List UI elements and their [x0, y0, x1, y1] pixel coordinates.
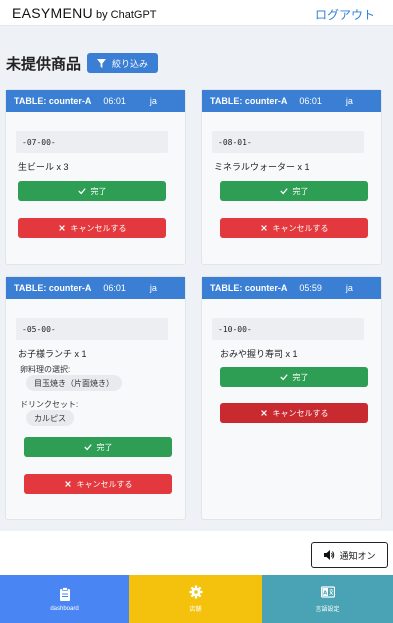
option-value: カルピス: [26, 410, 74, 426]
cancel-label: キャンセルする: [272, 408, 329, 418]
brand-main: EASYMENU: [12, 5, 93, 21]
table-label: TABLE: counter-A: [14, 96, 92, 106]
done-label: 完了: [292, 186, 309, 196]
order-item: ミネラルウォーター x 1: [214, 162, 310, 172]
close-icon: [64, 481, 71, 487]
filter-icon: [97, 58, 107, 68]
cancel-button[interactable]: キャンセルする: [220, 403, 368, 423]
order-lang: ja: [345, 283, 353, 293]
order-time: 06:01: [299, 96, 322, 106]
check-icon: [279, 374, 288, 381]
option-label: 卵料理の選択:: [20, 365, 71, 374]
done-button[interactable]: 完了: [18, 181, 166, 201]
gear-icon: [189, 585, 202, 599]
option-value: 目玉焼き（片面焼き）: [26, 375, 122, 391]
section-header: 未提供商品 絞り込み: [6, 52, 159, 74]
done-button[interactable]: 完了: [24, 437, 172, 457]
order-lang: ja: [345, 96, 353, 106]
notify-label: 通知オン: [339, 550, 376, 561]
order-card: TABLE: counter-A 06:01 ja -08-01- ミネラルウォ…: [201, 89, 382, 265]
logout-link[interactable]: ログアウト: [315, 6, 375, 23]
table-label: TABLE: counter-A: [210, 283, 288, 293]
done-label: 完了: [292, 372, 309, 382]
top-bar: EASYMENU by ChatGPT ログアウト: [0, 0, 393, 26]
cancel-button[interactable]: キャンセルする: [18, 218, 166, 238]
order-card: TABLE: counter-A 06:01 ja -07-00- 生ビール x…: [5, 89, 186, 265]
filter-button[interactable]: 絞り込み: [87, 53, 159, 73]
cancel-label: キャンセルする: [272, 223, 329, 233]
done-label: 完了: [90, 186, 107, 196]
table-label: TABLE: counter-A: [210, 96, 288, 106]
done-button[interactable]: 完了: [220, 367, 368, 387]
clipboard-icon: [59, 586, 70, 601]
close-icon: [260, 225, 267, 231]
brand-logo: EASYMENU by ChatGPT: [12, 5, 157, 21]
close-icon: [260, 410, 267, 416]
cancel-button[interactable]: キャンセルする: [220, 218, 368, 238]
cancel-label: キャンセルする: [76, 479, 133, 489]
tab-language[interactable]: A 言語設定: [262, 575, 393, 623]
notify-toggle-button[interactable]: 通知オン: [311, 542, 388, 568]
check-icon: [77, 188, 86, 195]
done-label: 完了: [96, 442, 113, 452]
translate-icon: A: [320, 586, 335, 598]
order-lang: ja: [149, 283, 157, 293]
brand-sub: by ChatGPT: [95, 9, 157, 21]
order-item: おみや握り寿司 x 1: [220, 349, 298, 359]
tab-store[interactable]: 店舗: [129, 575, 262, 623]
check-icon: [83, 444, 92, 451]
order-code: -05-00-: [16, 318, 168, 340]
order-time: 05:59: [299, 283, 322, 293]
cancel-button[interactable]: キャンセルする: [24, 474, 172, 494]
order-time: 06:01: [103, 96, 126, 106]
tab-label: 言語設定: [315, 607, 340, 613]
page-title: 未提供商品: [6, 55, 82, 73]
order-card-header: TABLE: counter-A 06:01 ja: [202, 90, 381, 112]
tab-label: 店舗: [189, 607, 202, 613]
order-card: TABLE: counter-A 05:59 ja -10-00- おみや握り寿…: [201, 276, 382, 520]
option-label: ドリンクセット:: [20, 400, 79, 409]
tab-bar: dashboard 店舗 A 言語設定: [0, 575, 393, 623]
order-code: -08-01-: [212, 131, 364, 153]
order-time: 06:01: [103, 283, 126, 293]
svg-text:A: A: [323, 590, 328, 596]
order-item: お子様ランチ x 1: [18, 349, 87, 359]
cancel-label: キャンセルする: [70, 223, 127, 233]
order-card-header: TABLE: counter-A 05:59 ja: [202, 277, 381, 299]
close-icon: [58, 225, 65, 231]
table-label: TABLE: counter-A: [14, 283, 92, 293]
tab-label: dashboard: [50, 605, 79, 612]
order-card: TABLE: counter-A 06:01 ja -05-00- お子様ランチ…: [5, 276, 186, 520]
order-lang: ja: [149, 96, 157, 106]
filter-label: 絞り込み: [112, 58, 149, 69]
order-card-header: TABLE: counter-A 06:01 ja: [6, 277, 185, 299]
done-button[interactable]: 完了: [220, 181, 368, 201]
speaker-icon: [324, 550, 335, 560]
order-code: -07-00-: [16, 131, 168, 153]
order-item: 生ビール x 3: [18, 162, 69, 172]
tab-dashboard[interactable]: dashboard: [0, 575, 129, 623]
order-card-header: TABLE: counter-A 06:01 ja: [6, 90, 185, 112]
check-icon: [279, 188, 288, 195]
order-code: -10-00-: [212, 318, 364, 340]
